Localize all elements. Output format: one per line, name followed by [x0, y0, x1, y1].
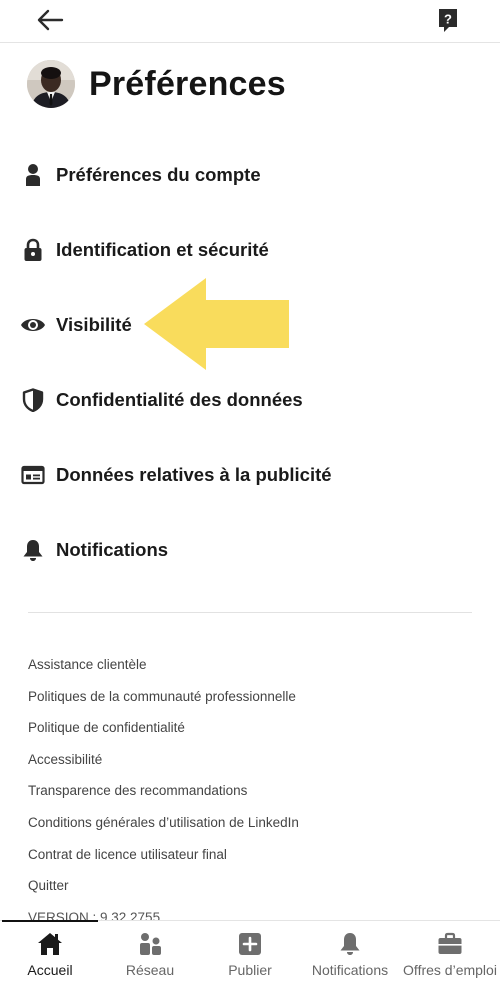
nav-label: Notifications	[311, 962, 389, 978]
briefcase-icon	[438, 932, 462, 954]
network-icon	[140, 933, 161, 955]
footer-link-privacy-policy[interactable]: Politique de confidentialité	[28, 712, 478, 744]
pointer-arrow-icon	[144, 278, 289, 370]
bell-icon	[20, 537, 46, 563]
footer-link-user-agreement[interactable]: Conditions générales d’utilisation de Li…	[28, 807, 478, 839]
nav-label: Offres d’emploi	[403, 962, 497, 978]
settings-item-label: Confidentialité des données	[56, 388, 303, 410]
nav-item-network[interactable]: Réseau	[100, 921, 200, 1000]
settings-item-label: Préférences du compte	[56, 163, 261, 185]
arrow-left-icon	[37, 9, 64, 31]
footer-link-sign-out[interactable]: Quitter	[28, 870, 478, 902]
avatar[interactable]	[27, 60, 75, 108]
footer-links: Assistance clientèle Politiques de la co…	[28, 649, 478, 902]
settings-item-advertising-data[interactable]: Données relatives à la publicité	[0, 437, 500, 512]
nav-label: Accueil	[27, 962, 73, 978]
question-mark-icon: ?	[439, 9, 457, 32]
profile-avatar	[27, 60, 75, 108]
bottom-nav: Accueil Réseau Publier Notifications Off…	[0, 920, 500, 1000]
nav-label: Publier	[228, 962, 272, 978]
nav-item-notifications[interactable]: Notifications	[300, 921, 400, 1000]
page-title: Préférences	[89, 64, 286, 103]
footer-link-recommendation-transparency[interactable]: Transparence des recommandations	[28, 775, 478, 807]
settings-item-label: Notifications	[56, 538, 169, 560]
footer-link-community-policies[interactable]: Politiques de la communauté professionne…	[28, 681, 478, 713]
back-button[interactable]	[34, 6, 66, 34]
footer-link-accessibility[interactable]: Accessibilité	[28, 744, 478, 776]
nav-item-home[interactable]: Accueil	[0, 921, 100, 1000]
nav-label: Réseau	[125, 962, 175, 978]
settings-item-label: Visibilité	[56, 313, 132, 335]
settings-item-account-preferences[interactable]: Préférences du compte	[0, 137, 500, 212]
top-bar: ?	[0, 0, 500, 43]
settings-item-data-privacy[interactable]: Confidentialité des données	[0, 362, 500, 437]
shield-icon	[20, 387, 46, 413]
home-icon	[38, 933, 62, 955]
footer-link-customer-support[interactable]: Assistance clientèle	[28, 649, 478, 681]
bell-icon	[340, 933, 360, 955]
settings-item-notifications[interactable]: Notifications	[0, 512, 500, 587]
section-divider	[28, 612, 472, 613]
preferences-screen: ? Préférences Préférences du compte Iden…	[0, 0, 500, 1000]
ad-card-icon	[20, 462, 46, 488]
settings-item-label: Identification et sécurité	[56, 238, 269, 260]
eye-icon	[20, 312, 46, 338]
nav-item-post[interactable]: Publier	[200, 921, 300, 1000]
plus-square-icon	[239, 933, 261, 955]
person-icon	[20, 162, 46, 188]
help-button[interactable]: ?	[437, 7, 459, 33]
footer-link-eula[interactable]: Contrat de licence utilisateur final	[28, 839, 478, 871]
settings-item-label: Données relatives à la publicité	[56, 463, 332, 485]
lock-icon	[20, 237, 46, 263]
nav-item-jobs[interactable]: Offres d’emploi	[400, 921, 500, 1000]
page-header: Préférences	[27, 58, 286, 110]
svg-text:?: ?	[444, 12, 452, 27]
